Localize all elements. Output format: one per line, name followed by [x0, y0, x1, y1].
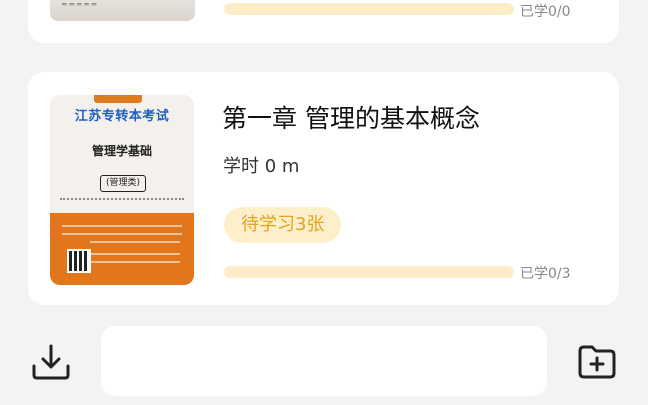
download-icon: [32, 344, 70, 380]
download-button[interactable]: [28, 339, 74, 385]
chapter-title[interactable]: 第一章 管理的基本概念: [222, 99, 480, 135]
study-hours: 学时 0 m: [223, 156, 300, 177]
course-cover-image[interactable]: 江苏专转本考试 管理学基础 (管理类): [50, 95, 194, 285]
cover-badge: [94, 95, 142, 103]
cover-divider: [60, 198, 184, 204]
cover-title: 江苏专转本考试: [74, 109, 170, 124]
course-cover-thumbnail: ═ ═ ═ ═ ═: [50, 0, 195, 21]
add-folder-button[interactable]: [574, 339, 620, 385]
progress-bar: [224, 3, 514, 15]
pending-study-badge[interactable]: 待学习3张: [224, 207, 342, 243]
learned-count: 已学0/3: [520, 266, 571, 282]
cover-decor: ═ ═ ═ ═ ═: [62, 0, 97, 9]
folder-add-icon: [578, 345, 616, 379]
input-field[interactable]: [101, 326, 547, 396]
cover-subtitle: 管理学基础: [91, 144, 152, 158]
cover-edition: (管理类): [100, 175, 146, 192]
progress-bar: [224, 266, 514, 278]
qr-code-icon: [67, 249, 91, 273]
learned-count: 已学0/0: [520, 4, 571, 20]
